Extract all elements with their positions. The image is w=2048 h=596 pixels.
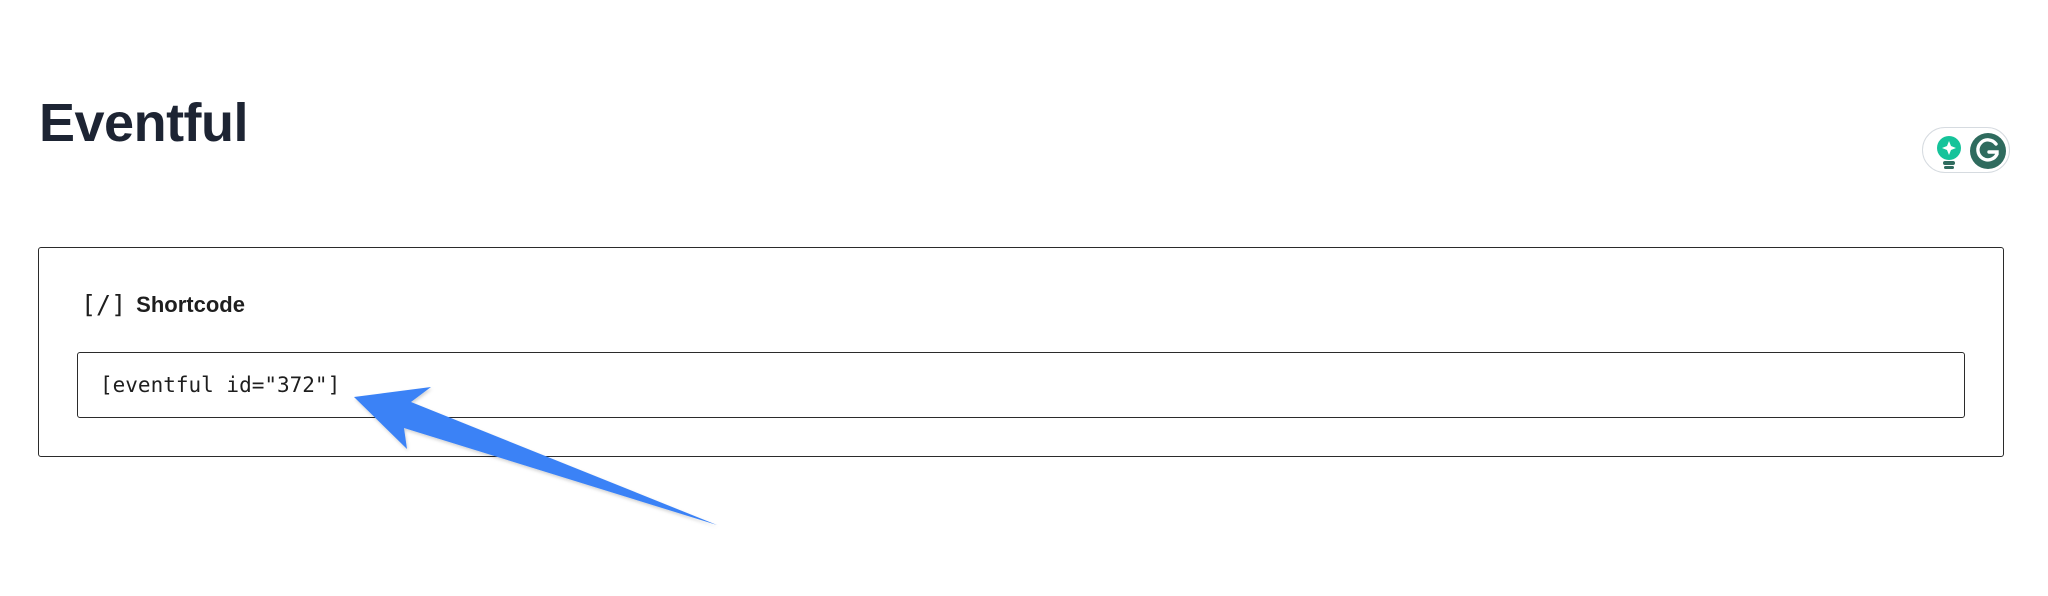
page: Eventful [/] Shortcode bbox=[0, 0, 2048, 596]
grammarly-widget[interactable] bbox=[1922, 127, 2010, 173]
shortcode-panel-header: [/] Shortcode bbox=[81, 290, 245, 320]
shortcode-input[interactable] bbox=[77, 352, 1965, 418]
shortcode-label: Shortcode bbox=[136, 292, 245, 317]
shortcode-brackets-icon: [/] bbox=[81, 290, 127, 319]
lightbulb-icon[interactable] bbox=[1933, 135, 1965, 169]
shortcode-panel: [/] Shortcode bbox=[38, 247, 2004, 457]
page-title: Eventful bbox=[39, 93, 249, 153]
grammarly-icon[interactable] bbox=[1969, 132, 2007, 170]
